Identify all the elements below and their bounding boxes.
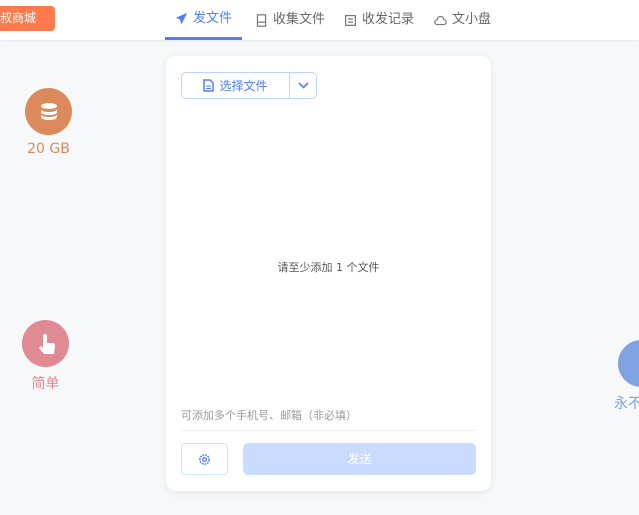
feature-simple: 简单 <box>22 320 69 393</box>
empty-file-hint: 请至少添加 1 个文件 <box>277 261 380 274</box>
feature-label: 20 GB <box>27 141 70 157</box>
select-file-button[interactable]: 选择文件 <box>182 73 290 98</box>
tab-label: 收集文件 <box>273 12 326 27</box>
send-button[interactable]: 发送 <box>243 443 476 475</box>
settings-button[interactable] <box>181 443 228 475</box>
send-file-card: 选择文件 请至少添加 1 个文件 可添加多个手机号、邮箱（非必填） 发送 <box>166 56 491 491</box>
divider <box>181 430 476 431</box>
tab-label: 发文件 <box>193 10 233 26</box>
tab-records[interactable]: 收发记录 <box>334 0 424 40</box>
select-dropdown-button[interactable] <box>290 73 316 98</box>
file-icon <box>203 79 215 92</box>
feature-label: 永不 <box>614 396 639 412</box>
record-icon <box>345 14 356 26</box>
top-nav: 叔商城 发文件 收集文件 收发记录 文小盘 <box>0 0 639 40</box>
recipient-input[interactable]: 可添加多个手机号、邮箱（非必填） <box>181 407 357 423</box>
inbox-icon <box>256 13 267 27</box>
tab-label: 收发记录 <box>362 12 415 27</box>
tab-send-file[interactable]: 发文件 <box>165 0 242 40</box>
database-icon <box>25 88 72 135</box>
up-arrow-icon <box>618 340 639 387</box>
feature-forever: 永不 <box>614 340 639 413</box>
gear-icon <box>199 453 210 465</box>
select-file-label: 选择文件 <box>219 79 268 93</box>
hand-pointer-icon <box>22 320 69 367</box>
feature-label: 简单 <box>31 376 60 392</box>
cloud-icon <box>434 15 447 25</box>
tab-collect-files[interactable]: 收集文件 <box>245 0 335 40</box>
shop-button[interactable]: 叔商城 <box>0 6 55 31</box>
chevron-down-icon <box>297 82 309 89</box>
feature-storage: 20 GB <box>25 88 72 157</box>
tab-wenxiaopan[interactable]: 文小盘 <box>424 0 501 40</box>
select-file-split-button: 选择文件 <box>181 72 317 99</box>
tab-label: 文小盘 <box>452 12 492 27</box>
paper-plane-icon <box>175 12 188 25</box>
